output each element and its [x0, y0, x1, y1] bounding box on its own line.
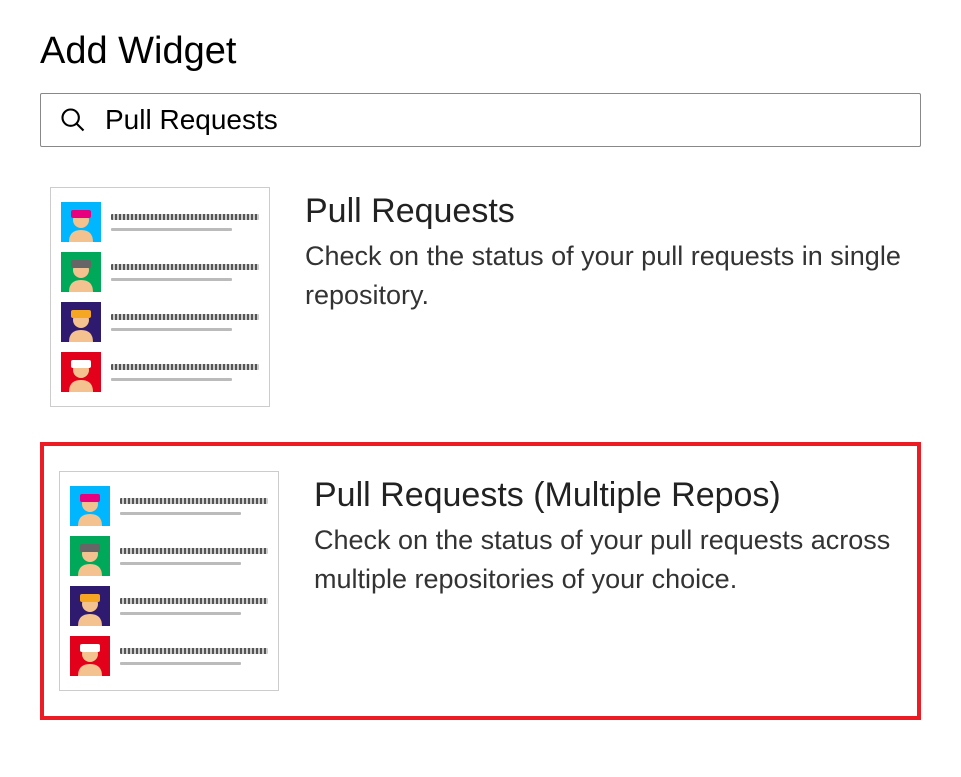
thumb-line — [111, 214, 259, 220]
thumb-line-short — [120, 612, 241, 615]
widget-thumbnail — [50, 187, 270, 407]
thumb-lines — [111, 214, 259, 231]
search-icon — [59, 106, 87, 134]
thumb-row — [70, 536, 268, 576]
search-box[interactable] — [40, 93, 921, 147]
thumb-lines — [120, 548, 268, 565]
widget-description: Check on the status of your pull request… — [314, 521, 902, 599]
thumb-line — [111, 264, 259, 270]
thumb-lines — [111, 264, 259, 281]
thumb-line — [120, 548, 268, 554]
avatar-icon — [61, 352, 101, 392]
thumb-line-short — [120, 562, 241, 565]
widget-info: Pull Requests (Multiple Repos) Check on … — [314, 471, 902, 599]
avatar-icon — [61, 252, 101, 292]
thumb-row — [61, 302, 259, 342]
widget-title: Pull Requests — [305, 192, 911, 231]
widget-thumbnail — [59, 471, 279, 691]
widget-item[interactable]: Pull Requests Check on the status of you… — [40, 172, 921, 422]
thumb-line-short — [111, 378, 232, 381]
page-title: Add Widget — [40, 30, 921, 73]
avatar-icon — [70, 636, 110, 676]
thumb-lines — [111, 314, 259, 331]
widget-description: Check on the status of your pull request… — [305, 237, 911, 315]
thumb-row — [70, 636, 268, 676]
thumb-line-short — [111, 278, 232, 281]
avatar-icon — [61, 302, 101, 342]
avatar-icon — [61, 202, 101, 242]
thumb-line — [120, 648, 268, 654]
avatar-icon — [70, 486, 110, 526]
thumb-row — [61, 352, 259, 392]
thumb-line — [120, 498, 268, 504]
avatar-icon — [70, 536, 110, 576]
thumb-line — [120, 598, 268, 604]
search-input[interactable] — [105, 104, 902, 136]
thumb-row — [61, 202, 259, 242]
thumb-line-short — [120, 662, 241, 665]
thumb-line-short — [111, 228, 232, 231]
thumb-line — [111, 364, 259, 370]
thumb-line-short — [111, 328, 232, 331]
thumb-lines — [111, 364, 259, 381]
thumb-line — [111, 314, 259, 320]
thumb-lines — [120, 648, 268, 665]
widget-item[interactable]: Pull Requests (Multiple Repos) Check on … — [40, 442, 921, 720]
thumb-lines — [120, 498, 268, 515]
thumb-lines — [120, 598, 268, 615]
widget-info: Pull Requests Check on the status of you… — [305, 187, 911, 315]
widget-title: Pull Requests (Multiple Repos) — [314, 476, 902, 515]
thumb-row — [70, 586, 268, 626]
thumb-row — [70, 486, 268, 526]
avatar-icon — [70, 586, 110, 626]
thumb-line-short — [120, 512, 241, 515]
thumb-row — [61, 252, 259, 292]
